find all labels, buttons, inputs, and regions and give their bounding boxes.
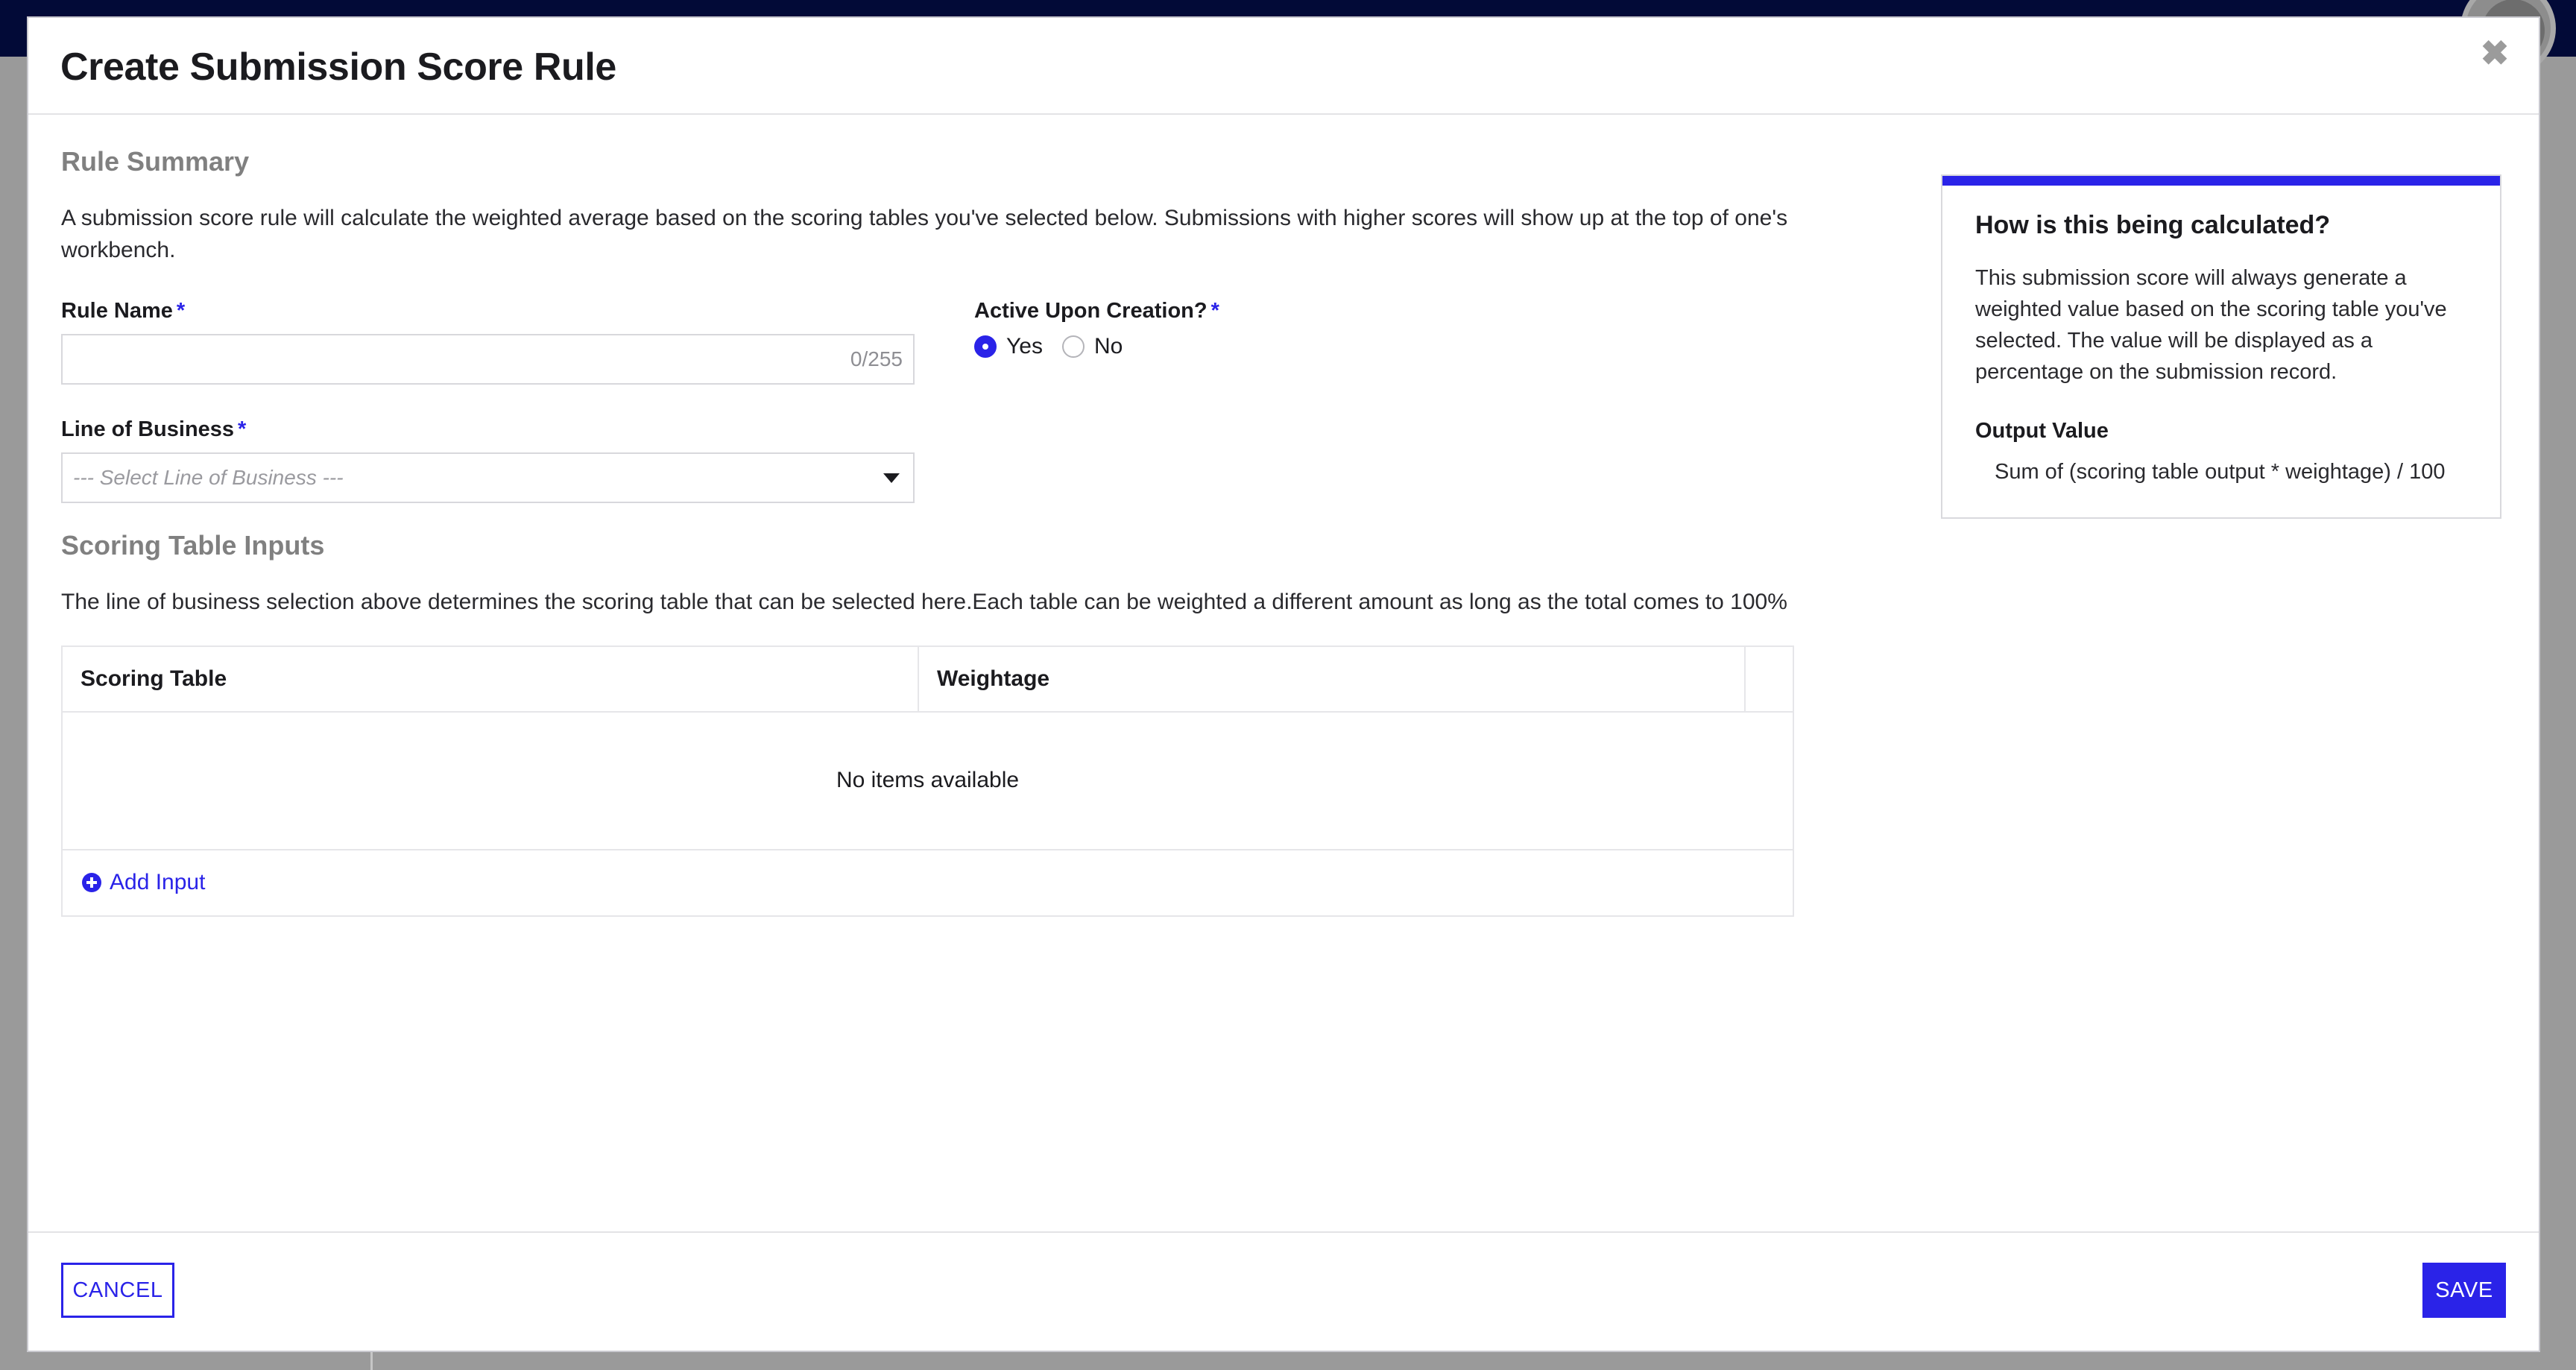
table-body: No items available Add Input [62, 711, 1793, 916]
table-empty-row: No items available [62, 711, 1793, 850]
column-header-scoring-table: Scoring Table [62, 645, 919, 713]
line-of-business-label: Line of Business * [61, 417, 915, 442]
info-panel-title: How is this being calculated? [1975, 211, 2331, 239]
line-of-business-label-text: Line of Business [61, 417, 235, 442]
calculation-info-panel: How is this being calculated? This submi… [1941, 174, 2501, 520]
active-upon-creation-block: Active Upon Creation? * Yes No [974, 299, 1219, 359]
plus-circle-icon [82, 872, 101, 892]
active-upon-creation-radio-group: Yes No [974, 334, 1219, 359]
radio-no-label: No [1093, 334, 1123, 359]
rule-summary-description: A submission score rule will calculate t… [61, 206, 1788, 262]
rule-name-field-block: Rule Name * 0/255 [61, 299, 915, 385]
save-button[interactable]: SAVE [2422, 1263, 2506, 1318]
active-upon-creation-label: Active Upon Creation? * [974, 299, 1219, 323]
modal-body: Rule Summary A submission score rule wil… [28, 115, 2539, 1231]
radio-yes[interactable]: Yes [974, 334, 1043, 359]
form-column: Rule Summary A submission score rule wil… [28, 115, 1936, 917]
column-header-weightage: Weightage [918, 645, 1746, 713]
rule-name-input[interactable] [63, 335, 801, 384]
create-submission-score-rule-modal: Create Submission Score Rule ✖ Rule Summ… [27, 16, 2540, 1352]
radio-yes-label: Yes [1006, 334, 1043, 359]
radio-no[interactable]: No [1061, 334, 1123, 359]
modal-footer: CANCEL SAVE [28, 1231, 2539, 1351]
line-of-business-row: Line of Business * --- Select Line of Bus… [61, 417, 1936, 504]
required-asterisk: * [238, 417, 247, 442]
table-header-row: Scoring Table Weightage [62, 645, 1793, 713]
table-empty-message: No items available [62, 711, 1793, 850]
rule-name-label: Rule Name * [61, 299, 915, 323]
info-panel-content: How is this being calculated? This submi… [1942, 186, 2500, 517]
radio-no-indicator[interactable] [1061, 335, 1085, 359]
cancel-button[interactable]: CANCEL [61, 1263, 174, 1318]
info-panel-formula: Sum of (scoring table output * weightage… [1995, 460, 2446, 484]
add-input-button[interactable]: Add Input [82, 870, 205, 895]
page-title: Create Submission Score Rule [60, 45, 616, 89]
table-head: Scoring Table Weightage [62, 645, 1793, 713]
page-root: Create Submission Score Rule ✖ Rule Summ… [0, 0, 2576, 1370]
line-of-business-field-block: Line of Business * --- Select Line of Bus… [61, 417, 915, 504]
required-asterisk: * [176, 299, 186, 323]
chevron-down-icon[interactable] [883, 473, 900, 484]
rule-name-row: Rule Name * 0/255 Active Upon Creation? * [61, 299, 1936, 385]
rule-name-input-wrapper[interactable]: 0/255 [61, 334, 915, 385]
line-of-business-select[interactable]: --- Select Line of Business --- [61, 452, 915, 504]
rule-name-label-text: Rule Name [61, 299, 173, 323]
add-input-label: Add Input [110, 869, 206, 894]
info-panel-accent-bar [1942, 176, 2500, 186]
rule-summary-heading: Rule Summary [61, 146, 250, 177]
modal-header: Create Submission Score Rule ✖ [28, 18, 2539, 115]
column-header-actions [1745, 645, 1793, 713]
scoring-table-inputs-heading: Scoring Table Inputs [61, 530, 325, 561]
info-panel-output-label: Output Value [1975, 419, 2109, 443]
rule-name-char-count: 0/255 [850, 347, 903, 371]
active-upon-creation-label-text: Active Upon Creation? [974, 299, 1208, 323]
line-of-business-placeholder: --- Select Line of Business --- [73, 466, 344, 490]
info-panel-body: This submission score will always genera… [1975, 266, 2447, 385]
scoring-table-inputs-description: The line of business selection above det… [61, 590, 1787, 615]
scoring-table-inputs-table: Scoring Table Weightage No items availab… [61, 645, 1794, 917]
required-asterisk: * [1210, 299, 1219, 323]
close-icon[interactable]: ✖ [2472, 30, 2518, 76]
radio-yes-indicator[interactable] [974, 335, 997, 359]
table-add-row: Add Input [62, 850, 1793, 916]
add-input-cell: Add Input [62, 850, 1793, 916]
